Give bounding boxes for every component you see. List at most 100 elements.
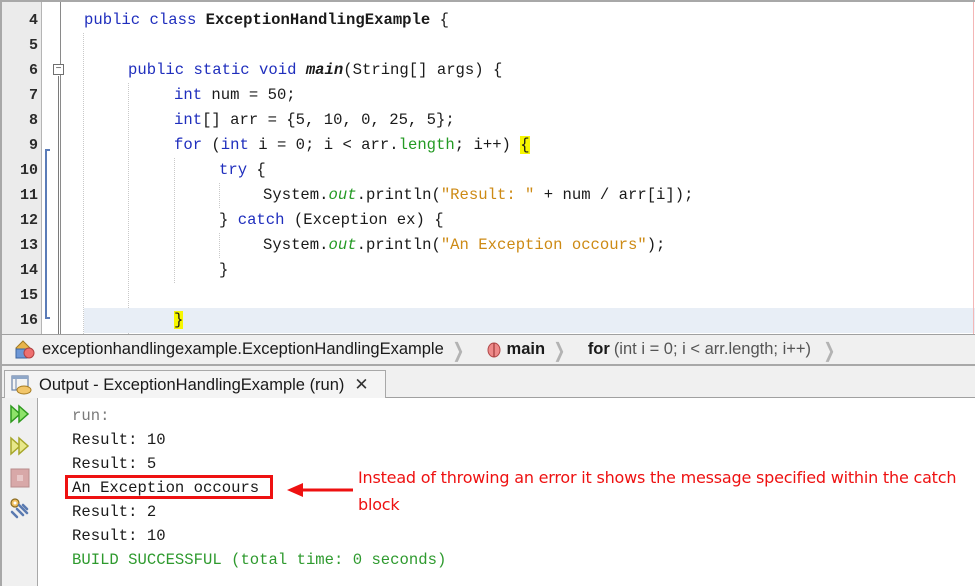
tab-output[interactable]: Output - ExceptionHandlingExample (run) … <box>4 370 386 399</box>
line-number: 10 <box>19 162 38 179</box>
brace-match-top <box>45 149 50 151</box>
keyword: for <box>174 136 203 154</box>
code-line-7: int num = 50; <box>62 83 975 108</box>
chevron-right-icon: ❯ <box>452 337 465 362</box>
string-literal: "Result: " <box>440 186 535 204</box>
line-number: 16 <box>19 312 38 329</box>
field-name: out <box>328 236 357 254</box>
code-text: (Exception ex) { <box>284 211 444 229</box>
matched-brace: { <box>520 136 530 154</box>
code-line-11: System.out.println("Result: " + num / ar… <box>62 183 975 208</box>
code-line-6: public static void main(String[] args) { <box>62 58 975 83</box>
code-text: ); <box>646 236 666 254</box>
line-number-gutter: 4 5 6 7 8 9 10 11 12 13 14 15 16 <box>2 2 42 334</box>
breadcrumb-keyword: for <box>587 340 610 358</box>
line-number: 8 <box>28 112 38 129</box>
breadcrumb-label: exceptionhandlingexample.ExceptionHandli… <box>42 340 444 358</box>
code-text: System. <box>263 236 329 254</box>
breadcrumb: exceptionhandlingexample.ExceptionHandli… <box>0 334 975 366</box>
line-number: 4 <box>28 12 38 29</box>
output-line: Result: 10 <box>72 431 166 449</box>
breadcrumb-item-class[interactable]: exceptionhandlingexample.ExceptionHandli… <box>14 339 444 360</box>
code-line-4: public class ExceptionHandlingExample { <box>62 8 975 33</box>
line-number: 5 <box>28 37 38 54</box>
line-number: 6 <box>28 62 38 79</box>
keyword: int <box>174 86 203 104</box>
line-number: 7 <box>28 87 38 104</box>
keyword: void <box>259 61 297 79</box>
fold-range-line <box>58 76 59 334</box>
code-line-10: try { <box>62 158 975 183</box>
keyword: class <box>149 11 197 29</box>
line-number: 15 <box>19 287 38 304</box>
field-name: out <box>328 186 357 204</box>
breadcrumb-item-method[interactable]: main <box>487 340 546 359</box>
annotation-text: Instead of throwing an error it shows th… <box>358 468 957 514</box>
close-icon[interactable]: ✕ <box>354 375 368 395</box>
code-text: { <box>247 161 266 179</box>
breadcrumb-item-for-loop[interactable]: for (int i = 0; i < arr.length; i++) <box>588 340 811 359</box>
chevron-right-icon: ❯ <box>553 337 566 362</box>
code-text: System. <box>263 186 329 204</box>
code-text: } <box>219 261 229 279</box>
output-line-build-status: BUILD SUCCESSFUL (total time: 0 seconds) <box>72 551 447 569</box>
right-margin-line <box>973 2 974 334</box>
breadcrumb-label: main <box>506 340 546 358</box>
code-text: { <box>430 11 449 29</box>
method-icon <box>487 342 501 358</box>
field-name: length <box>398 136 455 154</box>
code-line-12: } catch (Exception ex) { <box>62 208 975 233</box>
keyword: int <box>174 111 203 129</box>
output-toolbar <box>2 398 38 586</box>
output-window-icon <box>11 375 33 395</box>
code-line-16-current: } <box>84 308 975 333</box>
output-tab-title: Output - ExceptionHandlingExample (run) <box>39 375 345 394</box>
chevron-right-icon: ❯ <box>823 337 836 362</box>
code-text: + num / arr[i]); <box>534 186 694 204</box>
keyword: static <box>193 61 250 79</box>
annotation-arrow-icon <box>287 482 353 503</box>
keyword: int <box>220 136 249 154</box>
code-line-8: int[] arr = {5, 10, 0, 25, 5}; <box>62 108 975 133</box>
code-editor[interactable]: 4 5 6 7 8 9 10 11 12 13 14 15 16 − publi… <box>0 0 975 334</box>
keyword: catch <box>237 211 285 229</box>
line-number: 14 <box>19 262 38 279</box>
brace-match-marker <box>45 149 47 319</box>
class-name: ExceptionHandlingExample <box>205 11 431 29</box>
keyword: public <box>84 11 141 29</box>
code-text: i = 0; i < arr. <box>248 136 399 154</box>
matched-brace: } <box>174 311 184 329</box>
rerun-with-options-icon[interactable] <box>8 434 32 458</box>
output-tabbar: Output - ExceptionHandlingExample (run) … <box>0 366 975 399</box>
code-line-14: } <box>62 258 975 283</box>
line-number: 13 <box>19 237 38 254</box>
keyword: try <box>219 161 248 179</box>
settings-icon[interactable] <box>8 496 32 520</box>
code-line-13: System.out.println("An Exception occours… <box>62 233 975 258</box>
line-number: 9 <box>28 137 38 154</box>
output-line: Result: 10 <box>72 527 166 545</box>
breadcrumb-detail: (int i = 0; i < arr.length; i++) <box>613 340 811 358</box>
fold-gutter: − <box>43 2 64 334</box>
line-number: 12 <box>19 212 38 229</box>
code-area[interactable]: public class ExceptionHandlingExample { … <box>62 2 975 334</box>
class-icon <box>14 339 36 360</box>
rerun-icon[interactable] <box>8 402 32 426</box>
code-text: .println( <box>356 236 441 254</box>
string-literal: "An Exception occours" <box>440 236 647 254</box>
code-text: num = 50; <box>202 86 296 104</box>
output-line: run: <box>72 407 110 425</box>
code-text: } <box>219 211 238 229</box>
annotation-highlight-box <box>65 475 273 499</box>
code-text: (String[] args) { <box>343 61 503 79</box>
keyword: public <box>128 61 185 79</box>
method-name: main <box>305 61 344 79</box>
brace-match-bottom <box>45 317 50 319</box>
code-text: [] arr = {5, 10, 0, 25, 5}; <box>202 111 455 129</box>
stop-icon[interactable] <box>8 466 32 490</box>
code-text: ; i++) <box>454 136 521 154</box>
code-text: ( <box>202 136 221 154</box>
code-line-9: for (int i = 0; i < arr.length; i++) { <box>62 133 975 158</box>
line-number: 11 <box>19 187 38 204</box>
code-text: .println( <box>356 186 441 204</box>
